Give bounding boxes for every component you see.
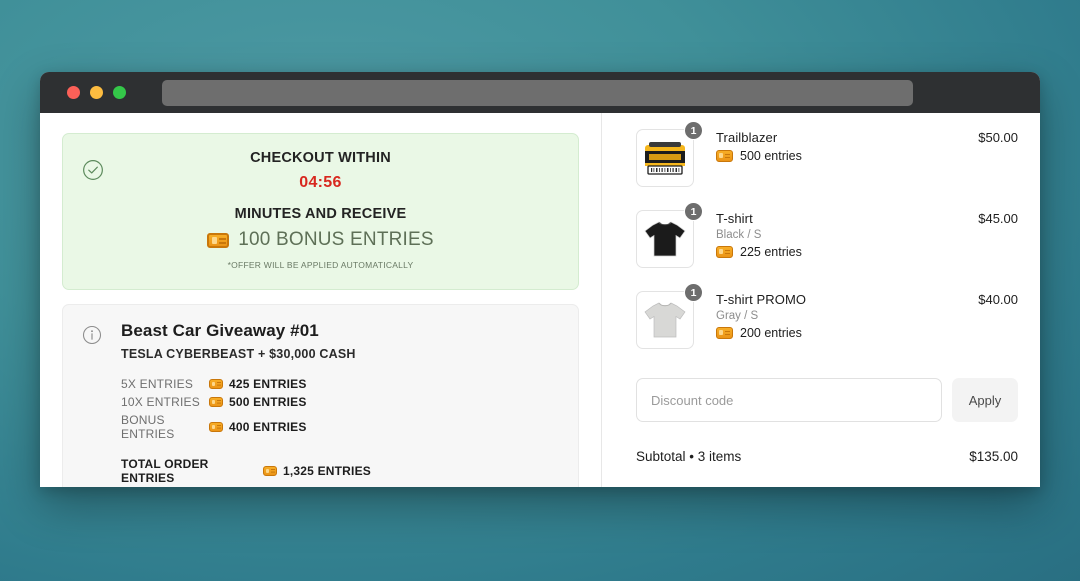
countdown-timer: 04:56 [299, 174, 342, 191]
entry-value-text: 425 ENTRIES [229, 377, 307, 391]
promo-body: CHECKOUT WITHIN 04:56 MINUTES AND RECEIV… [79, 150, 562, 270]
total-entries-value: 1,325 ENTRIES [263, 464, 371, 478]
order-summary-pane: 1 Trailblazer 500 entries $50.00 1 T-shi… [602, 113, 1040, 487]
total-entries-row: TOTAL ORDER ENTRIES 1,325 ENTRIES [121, 457, 560, 485]
thumbnail-wrapper: 1 [636, 283, 703, 349]
close-window-button[interactable] [67, 86, 80, 99]
discount-row: Apply [636, 378, 1018, 422]
item-entries-text: 225 entries [740, 245, 802, 259]
item-price: $50.00 [978, 130, 1018, 145]
item-variant: Black / S [716, 229, 762, 241]
address-bar[interactable] [162, 79, 913, 106]
browser-window: CHECKOUT WITHIN 04:56 MINUTES AND RECEIV… [40, 72, 1040, 487]
window-controls [67, 86, 126, 99]
giveaway-body: Beast Car Giveaway #01 TESLA CYBERBEAST … [81, 321, 560, 485]
item-entries: 225 entries [716, 245, 978, 259]
item-entries-text: 200 entries [740, 326, 802, 340]
minimize-window-button[interactable] [90, 86, 103, 99]
entry-value: 500 ENTRIES [209, 395, 307, 409]
ticket-icon [207, 232, 230, 248]
entry-label: BONUS ENTRIES [121, 413, 175, 441]
quantity-badge: 1 [684, 283, 703, 302]
entry-value: 400 ENTRIES [209, 420, 307, 434]
maximize-window-button[interactable] [113, 86, 126, 99]
item-entries: 200 entries [716, 326, 978, 340]
browser-titlebar [40, 72, 1040, 113]
ticket-icon [263, 466, 277, 476]
list-item[interactable]: 1 T-shirt Black / S 225 entries $45.00 [636, 202, 1018, 268]
subtotal-row: Subtotal • 3 items $135.00 [636, 449, 1018, 464]
ticket-icon [209, 397, 223, 407]
item-title: T-shirt [716, 211, 753, 226]
yellow-toolbox-thumbnail [636, 129, 694, 187]
item-entries-text: 500 entries [740, 149, 802, 163]
item-info: T-shirt Black / S 225 entries [694, 210, 978, 259]
giveaway-entry-rows: 5X ENTRIES 425 ENTRIES 10X ENTRIES 500 E… [121, 377, 560, 485]
ticket-icon [209, 379, 223, 389]
promo-fine-print: *OFFER WILL BE APPLIED AUTOMATICALLY [227, 260, 414, 270]
promo-bonus-row: 100 BONUS ENTRIES [119, 229, 522, 251]
total-entries-label: TOTAL ORDER ENTRIES [121, 457, 209, 485]
quantity-badge: 1 [684, 202, 703, 221]
item-entries: 500 entries [716, 149, 978, 163]
left-pane: CHECKOUT WITHIN 04:56 MINUTES AND RECEIV… [40, 113, 602, 487]
entry-label: 10X ENTRIES [121, 395, 200, 409]
entry-row: 5X ENTRIES 425 ENTRIES [121, 377, 560, 391]
item-info: T-shirt PROMO Gray / S 200 entries [694, 291, 978, 340]
gray-tshirt-thumbnail [636, 291, 694, 349]
quantity-badge: 1 [684, 121, 703, 140]
entry-value: 425 ENTRIES [209, 377, 307, 391]
discount-code-input[interactable] [636, 378, 942, 422]
item-price: $40.00 [978, 292, 1018, 307]
total-entries-text: 1,325 ENTRIES [283, 464, 371, 478]
promo-banner: CHECKOUT WITHIN 04:56 MINUTES AND RECEIV… [62, 133, 579, 290]
ticket-icon [209, 422, 223, 432]
item-price: $45.00 [978, 211, 1018, 226]
item-title: Trailblazer [716, 130, 778, 145]
item-title: T-shirt PROMO [716, 292, 807, 307]
subtotal-label: Subtotal • 3 items [636, 449, 742, 464]
ticket-icon [716, 327, 733, 339]
promo-headline: CHECKOUT WITHIN [250, 150, 391, 166]
item-variant: Gray / S [716, 310, 759, 322]
entry-row: 10X ENTRIES 500 ENTRIES [121, 395, 560, 409]
info-circle-icon[interactable] [82, 325, 102, 345]
checkout-content: CHECKOUT WITHIN 04:56 MINUTES AND RECEIV… [40, 113, 1040, 487]
giveaway-subtitle: TESLA CYBERBEAST + $30,000 CASH [121, 347, 356, 361]
ticket-icon [716, 246, 733, 258]
giveaway-card: Beast Car Giveaway #01 TESLA CYBERBEAST … [62, 304, 579, 487]
entry-value-text: 400 ENTRIES [229, 420, 307, 434]
list-item[interactable]: 1 T-shirt PROMO Gray / S 200 entries $40… [636, 283, 1018, 349]
giveaway-title: Beast Car Giveaway #01 [121, 321, 319, 340]
promo-bonus-label: 100 BONUS ENTRIES [238, 229, 434, 250]
thumbnail-wrapper: 1 [636, 121, 703, 187]
entry-value-text: 500 ENTRIES [229, 395, 307, 409]
entry-label: 5X ENTRIES [121, 377, 194, 391]
item-info: Trailblazer 500 entries [694, 129, 978, 163]
list-item[interactable]: 1 Trailblazer 500 entries $50.00 [636, 121, 1018, 187]
subtotal-amount: $135.00 [969, 449, 1018, 464]
ticket-icon [716, 150, 733, 162]
black-tshirt-thumbnail [636, 210, 694, 268]
thumbnail-wrapper: 1 [636, 202, 703, 268]
check-circle-icon [82, 159, 104, 181]
promo-subheadline: MINUTES AND RECEIVE [234, 206, 407, 222]
entry-row: BONUS ENTRIES 400 ENTRIES [121, 413, 560, 441]
apply-discount-button[interactable]: Apply [952, 378, 1018, 422]
